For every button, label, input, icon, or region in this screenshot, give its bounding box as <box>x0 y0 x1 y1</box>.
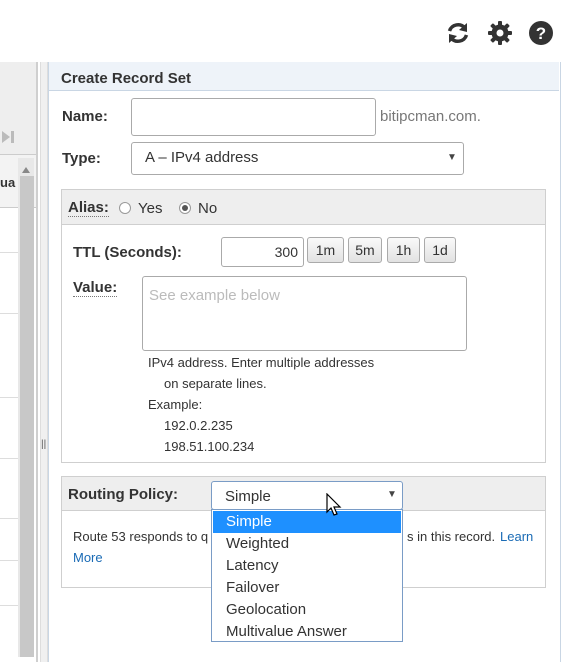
dropdown-option-weighted[interactable]: Weighted <box>213 533 401 555</box>
left-scrollbar-thumb[interactable] <box>20 176 34 657</box>
type-select[interactable]: A – IPv4 address <box>131 142 464 175</box>
help-example-label: Example: <box>148 397 203 412</box>
dropdown-option-simple[interactable]: Simple <box>213 511 401 533</box>
pane-splitter[interactable] <box>40 62 48 662</box>
value-placeholder: See example below <box>149 287 280 304</box>
pane-divider <box>36 62 38 662</box>
dropdown-option-geolocation[interactable]: Geolocation <box>213 599 401 621</box>
help-text-line1: IPv4 address. Enter multiple addresses <box>148 355 375 370</box>
name-label: Name: <box>62 108 108 125</box>
type-label: Type: <box>62 150 101 167</box>
mouse-cursor-icon <box>326 492 342 520</box>
table-row <box>0 252 18 253</box>
last-page-icon[interactable] <box>0 128 18 149</box>
routing-description-end: s in this record. <box>407 529 496 544</box>
dropdown-option-multivalue[interactable]: Multivalue Answer <box>213 621 401 643</box>
routing-description-start: Route 53 responds to q <box>73 529 209 544</box>
chevron-down-icon: ▼ <box>387 489 397 500</box>
value-label: Value: <box>73 279 118 297</box>
table-row <box>0 518 18 519</box>
routing-policy-label: Routing Policy: <box>68 486 178 503</box>
learn-more-link[interactable]: Learn <box>500 529 533 544</box>
scroll-up-icon[interactable] <box>21 161 31 177</box>
ttl-input[interactable]: 300 <box>221 237 304 267</box>
panel-title: Create Record Set <box>61 70 192 87</box>
ttl-label: TTL (Seconds): <box>73 244 182 261</box>
table-row <box>0 560 18 561</box>
routing-policy-dropdown[interactable]: Simple Weighted Latency Failover Geoloca… <box>211 509 403 642</box>
value-textarea[interactable]: See example below <box>142 276 467 351</box>
dropdown-option-failover[interactable]: Failover <box>213 577 401 599</box>
chevron-down-icon: ▼ <box>447 152 457 163</box>
routing-policy-value: Simple <box>225 488 271 505</box>
left-column-header: ua <box>0 175 16 190</box>
domain-suffix: bitipcman.com. <box>380 108 481 125</box>
alias-yes-label: Yes <box>138 200 163 217</box>
alias-header <box>62 190 545 225</box>
table-row <box>0 397 18 398</box>
help-icon[interactable]: ? <box>528 20 554 46</box>
table-row <box>0 313 18 314</box>
table-row <box>0 605 18 606</box>
table-row <box>0 458 18 459</box>
ttl-1h-button[interactable]: 1h <box>387 237 420 263</box>
type-select-value: A – IPv4 address <box>145 149 259 166</box>
alias-no-label: No <box>198 200 218 217</box>
splitter-grip-icon[interactable]: || <box>41 439 46 450</box>
ttl-5m-button[interactable]: 5m <box>348 237 382 263</box>
help-example-ip1: 192.0.2.235 <box>164 418 233 433</box>
help-example-ip2: 198.51.100.234 <box>164 439 255 454</box>
ttl-1d-button[interactable]: 1d <box>424 237 456 263</box>
alias-label: Alias: <box>68 199 109 217</box>
name-input[interactable] <box>131 98 376 136</box>
dropdown-option-latency[interactable]: Latency <box>213 555 401 577</box>
refresh-icon[interactable] <box>445 20 471 46</box>
routing-policy-select[interactable]: Simple <box>211 481 403 510</box>
ttl-1m-button[interactable]: 1m <box>307 237 344 263</box>
alias-yes-radio[interactable] <box>119 202 131 214</box>
help-text-line2: on separate lines. <box>164 376 267 391</box>
alias-no-radio[interactable] <box>179 202 191 214</box>
svg-text:?: ? <box>536 24 546 43</box>
gear-icon[interactable] <box>487 20 513 46</box>
learn-more-link-cont[interactable]: More <box>73 550 103 565</box>
